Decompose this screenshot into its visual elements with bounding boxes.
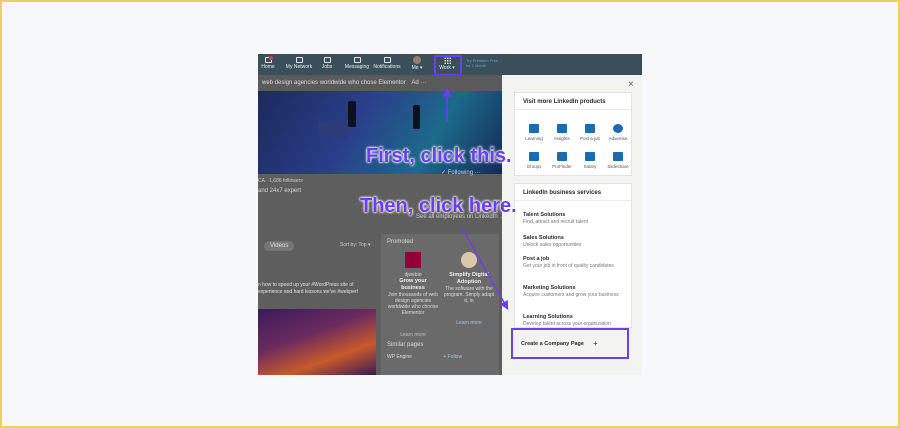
products-title: Visit more LinkedIn products: [515, 93, 631, 110]
groups-icon: [529, 152, 539, 161]
product-slideshare[interactable]: Slideshare: [604, 152, 632, 169]
products-card: Visit more LinkedIn products Learning In…: [514, 92, 632, 176]
work-highlight-box: [434, 55, 462, 76]
similar-page-item[interactable]: WP Engine + Follow: [387, 354, 493, 360]
chat-icon: [353, 57, 361, 63]
sort-by-dropdown[interactable]: Sort by: Top ▾: [340, 242, 371, 248]
figure: [348, 101, 356, 127]
figure: [413, 105, 420, 129]
post-text: n how to speed up your #WordPress site o…: [258, 282, 358, 295]
play-icon: [529, 124, 539, 133]
follow-button[interactable]: + Follow: [443, 354, 462, 360]
learn-more-link[interactable]: Learn more: [443, 320, 495, 326]
promoted-ad-elementor[interactable]: djwebin Grow your business Join thousand…: [387, 252, 439, 338]
bar-chart-icon: [557, 124, 567, 133]
annotation-first: First, click this.: [366, 145, 512, 167]
business-services-card: LinkedIn business services Talent Soluti…: [514, 183, 632, 328]
product-insights[interactable]: Insights: [548, 124, 576, 141]
product-profinder[interactable]: ProFinder: [548, 152, 576, 169]
following-button[interactable]: ✓ Following ···: [441, 169, 481, 176]
product-learning[interactable]: Learning: [520, 124, 548, 141]
profinder-icon: [557, 152, 567, 161]
target-icon: [613, 124, 623, 133]
product-groups[interactable]: Groups: [520, 152, 548, 169]
promoted-header: Promoted: [387, 239, 414, 245]
slideshare-icon: [613, 152, 623, 161]
service-learning-solutions[interactable]: Learning Solutions Develop talent across…: [523, 314, 627, 327]
elementor-logo-icon: [405, 252, 421, 268]
post-image: [258, 309, 376, 375]
notification-dot: [269, 56, 273, 60]
premium-link[interactable]: Try Premium Free for 1 Month: [466, 58, 502, 68]
people-icon: [295, 57, 303, 63]
tab-videos[interactable]: Videos: [264, 241, 295, 251]
similar-pages-card: Similar pages WP Engine + Follow: [381, 337, 499, 375]
ad-strip: web design agencies worldwide who chose …: [258, 75, 502, 91]
service-talent-solutions[interactable]: Talent Solutions Find, attract and recru…: [523, 212, 627, 225]
avatar: [413, 56, 421, 64]
create-company-highlight-box: [511, 328, 629, 359]
brand-logo-icon: [461, 252, 477, 268]
close-icon[interactable]: ×: [628, 79, 634, 90]
product-salary[interactable]: Salary: [576, 152, 604, 169]
promoted-ad-digital-adoption[interactable]: Simplify Digital Adoption The software w…: [443, 252, 495, 326]
company-tagline: and 24x7 expert: [258, 188, 302, 194]
briefcase-icon: [585, 124, 595, 133]
desk: [318, 121, 348, 139]
company-meta: CA · 1,686 followers: [258, 178, 303, 184]
briefcase-icon: [323, 57, 331, 63]
service-marketing-solutions[interactable]: Marketing Solutions Acquire customers an…: [523, 285, 627, 298]
services-title: LinkedIn business services: [515, 184, 631, 201]
bell-icon: [383, 57, 391, 63]
service-sales-solutions[interactable]: Sales Solutions Unlock sales opportuniti…: [523, 235, 627, 248]
work-panel: × Visit more LinkedIn products Learning …: [502, 75, 642, 375]
salary-icon: [585, 152, 595, 161]
product-post-a-job[interactable]: Post a job: [576, 124, 604, 141]
annotation-then: Then, click here.: [360, 195, 517, 217]
product-advertise[interactable]: Advertise: [604, 124, 632, 141]
promoted-card: Promoted djwebin Grow your business Join…: [381, 234, 499, 339]
service-post-a-job[interactable]: Post a job Get your job in front of qual…: [523, 256, 627, 269]
